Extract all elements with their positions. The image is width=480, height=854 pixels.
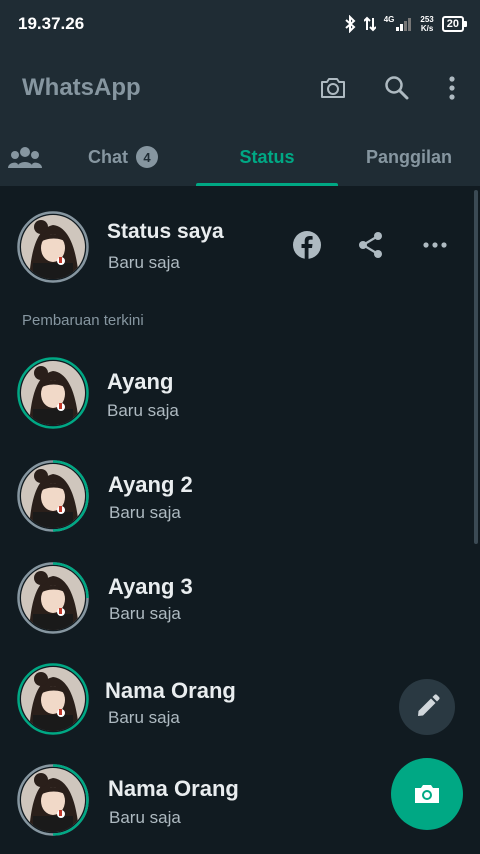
share-icon: [359, 232, 382, 258]
unread-badge: 4: [136, 146, 158, 168]
contact-name: Nama Orang: [105, 678, 236, 703]
status-time: Baru saja: [108, 708, 180, 727]
status-icons: 4G 253 K/s 20: [344, 15, 468, 33]
system-status-bar: 19.37.26 4G 253 K/s 20: [0, 0, 480, 48]
app-bar: WhatsApp: [0, 48, 480, 128]
camera-fab-icon: [415, 785, 439, 803]
new-text-status-button[interactable]: [399, 679, 455, 735]
status-time: Baru saja: [109, 808, 181, 827]
battery-indicator: 20: [441, 16, 468, 32]
more-options-button[interactable]: [446, 73, 458, 103]
my-status-row[interactable]: Status saya Baru saja: [0, 186, 480, 306]
pencil-icon: [418, 694, 440, 716]
tab-calls[interactable]: Panggilan: [338, 128, 480, 186]
more-horiz-icon: [423, 242, 447, 248]
contact-avatar[interactable]: [17, 357, 89, 429]
more-vert-icon: [449, 76, 455, 100]
camera-button[interactable]: [318, 73, 348, 103]
section-header-recent-updates: Pembaruan terkini: [22, 312, 144, 329]
tab-bar: Chat 4 Status Panggilan: [0, 128, 480, 186]
tab-chat-label: Chat: [88, 146, 128, 167]
clock: 19.37.26: [18, 14, 85, 33]
search-icon: [385, 76, 409, 100]
status-time: Baru saja: [109, 503, 181, 522]
contact-avatar[interactable]: [17, 460, 89, 532]
my-status-name: Status saya: [107, 220, 224, 243]
facebook-icon: [293, 231, 321, 259]
my-status-time: Baru saja: [108, 253, 180, 272]
share-to-facebook-button[interactable]: [292, 230, 322, 260]
status-update-row[interactable]: Ayang Baru saja: [0, 343, 480, 443]
status-time: Baru saja: [109, 604, 181, 623]
tab-chat[interactable]: Chat 4: [50, 128, 196, 186]
contact-avatar[interactable]: [17, 562, 89, 634]
avatar-photo: [21, 361, 85, 425]
more-status-options-button[interactable]: [420, 230, 450, 260]
contact-name: Nama Orang: [108, 776, 239, 801]
status-update-row[interactable]: Ayang 3 Baru saja: [0, 548, 480, 648]
status-time: Baru saja: [107, 401, 179, 420]
avatar-photo: [21, 215, 85, 279]
search-button[interactable]: [382, 73, 412, 103]
avatar-photo: [21, 667, 85, 731]
avatar-photo: [21, 566, 85, 630]
signal-icon: [396, 18, 412, 31]
contact-avatar[interactable]: [17, 764, 89, 836]
contact-avatar[interactable]: [17, 663, 89, 735]
tab-community[interactable]: [0, 128, 50, 186]
avatar-photo: [21, 464, 85, 528]
network-speed: 253 K/s: [420, 15, 434, 33]
contact-name: Ayang 2: [108, 472, 193, 497]
bluetooth-icon: [345, 15, 356, 33]
app-title: WhatsApp: [22, 74, 141, 101]
my-avatar[interactable]: [17, 211, 89, 283]
status-update-row[interactable]: Ayang 2 Baru saja: [0, 446, 480, 546]
share-button[interactable]: [356, 230, 386, 260]
network-type: 4G: [383, 15, 395, 24]
community-icon: [8, 147, 42, 168]
tab-status[interactable]: Status: [196, 128, 338, 186]
new-photo-status-button[interactable]: [391, 758, 463, 830]
avatar-photo: [21, 768, 85, 832]
contact-name: Ayang 3: [108, 574, 193, 599]
tab-status-label: Status: [239, 146, 295, 167]
contact-name: Ayang: [107, 369, 174, 394]
data-arrows-icon: [363, 16, 376, 32]
camera-icon: [321, 78, 345, 98]
tab-calls-label: Panggilan: [365, 146, 452, 167]
